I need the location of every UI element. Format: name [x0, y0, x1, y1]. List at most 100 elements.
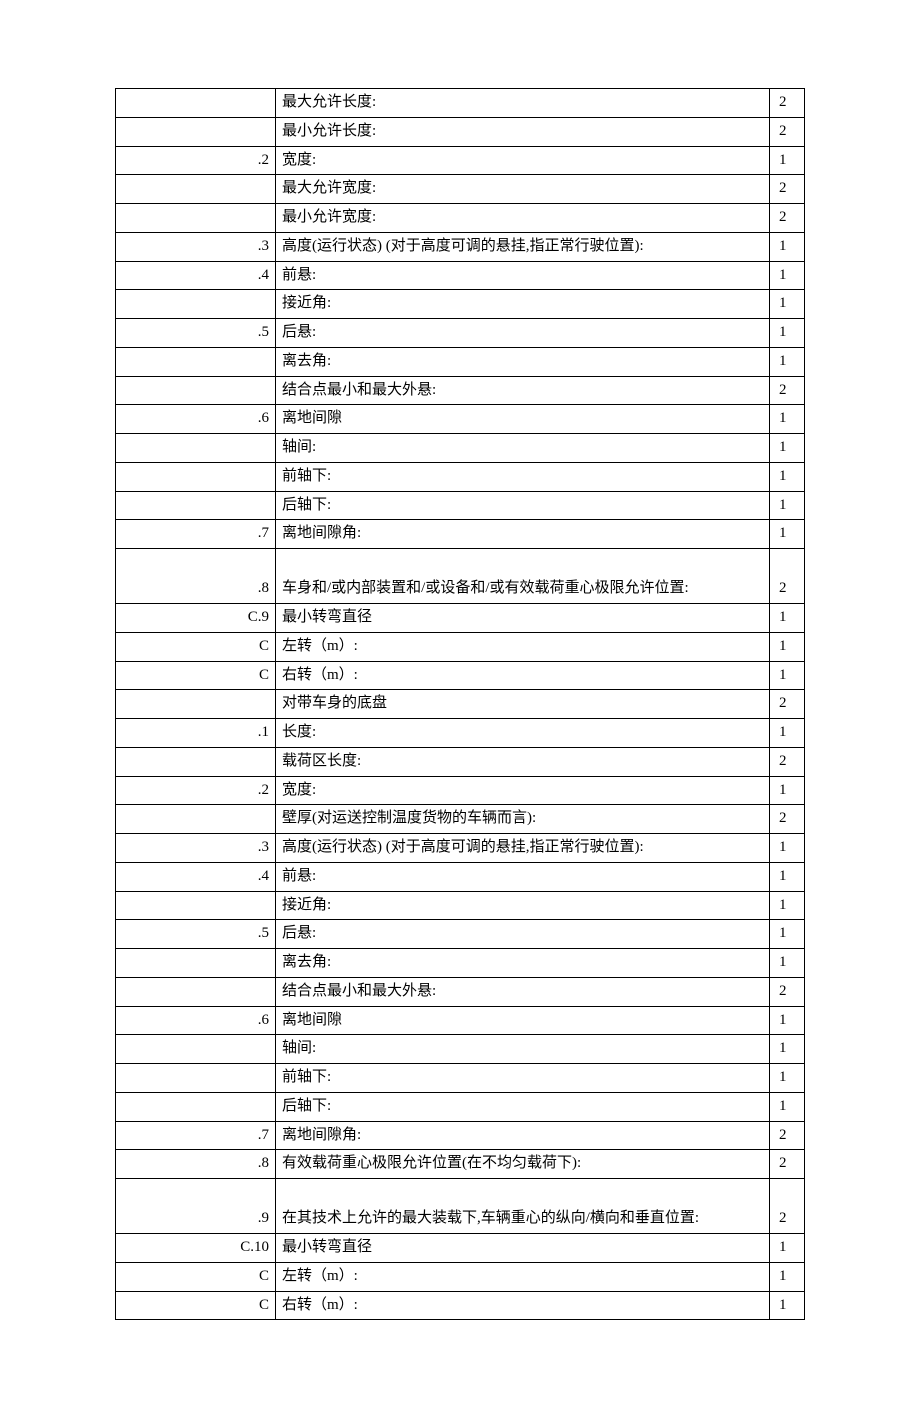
row-code [116, 117, 276, 146]
row-code [116, 1064, 276, 1093]
row-value: 1 [770, 462, 805, 491]
row-desc: 左转（m）: [276, 1262, 770, 1291]
row-value: 2 [770, 977, 805, 1006]
row-code: C [116, 632, 276, 661]
table-row: .7离地间隙角:2 [116, 1121, 805, 1150]
table-row: .8有效载荷重心极限允许位置(在不均匀载荷下):2 [116, 1150, 805, 1179]
row-code [116, 949, 276, 978]
row-value: 2 [770, 747, 805, 776]
row-desc: 离地间隙 [276, 1006, 770, 1035]
row-value: 2 [770, 690, 805, 719]
row-code [116, 175, 276, 204]
row-desc: 高度(运行状态) (对于高度可调的悬挂,指正常行驶位置): [276, 834, 770, 863]
row-desc: 有效载荷重心极限允许位置(在不均匀载荷下): [276, 1150, 770, 1179]
table-row: .4前悬:1 [116, 862, 805, 891]
row-desc: 离地间隙 [276, 405, 770, 434]
row-code [116, 89, 276, 118]
table-row: C.10最小转弯直径1 [116, 1234, 805, 1263]
row-code: .5 [116, 319, 276, 348]
row-desc: 宽度: [276, 776, 770, 805]
row-desc: 在其技术上允许的最大装载下,车辆重心的纵向/横向和垂直位置: [276, 1179, 770, 1234]
table-row: .5后悬:1 [116, 319, 805, 348]
row-value: 1 [770, 632, 805, 661]
row-value: 1 [770, 1262, 805, 1291]
row-value: 1 [770, 319, 805, 348]
row-desc: 对带车身的底盘 [276, 690, 770, 719]
table-row: C.9最小转弯直径1 [116, 604, 805, 633]
row-desc: 最小允许宽度: [276, 204, 770, 233]
row-desc: 前轴下: [276, 1064, 770, 1093]
table-row: .3高度(运行状态) (对于高度可调的悬挂,指正常行驶位置):1 [116, 834, 805, 863]
row-desc: 长度: [276, 719, 770, 748]
row-value: 1 [770, 1006, 805, 1035]
row-desc: 左转（m）: [276, 632, 770, 661]
row-desc: 接近角: [276, 290, 770, 319]
table-row: .9在其技术上允许的最大装载下,车辆重心的纵向/横向和垂直位置:2 [116, 1179, 805, 1234]
row-value: 2 [770, 89, 805, 118]
table-row: C左转（m）:1 [116, 1262, 805, 1291]
row-value: 1 [770, 891, 805, 920]
row-desc: 后悬: [276, 920, 770, 949]
row-desc: 轴间: [276, 434, 770, 463]
row-desc: 前轴下: [276, 462, 770, 491]
row-desc: 离地间隙角: [276, 1121, 770, 1150]
row-desc: 右转（m）: [276, 661, 770, 690]
row-code [116, 434, 276, 463]
row-value: 1 [770, 1291, 805, 1320]
table-row: 离去角:1 [116, 949, 805, 978]
row-value: 1 [770, 604, 805, 633]
row-value: 1 [770, 491, 805, 520]
row-code: C [116, 661, 276, 690]
row-desc: 离去角: [276, 347, 770, 376]
row-value: 1 [770, 405, 805, 434]
table-row: 壁厚(对运送控制温度货物的车辆而言):2 [116, 805, 805, 834]
row-value: 1 [770, 1064, 805, 1093]
row-desc: 接近角: [276, 891, 770, 920]
row-desc: 离去角: [276, 949, 770, 978]
row-code [116, 347, 276, 376]
row-desc: 高度(运行状态) (对于高度可调的悬挂,指正常行驶位置): [276, 232, 770, 261]
row-code [116, 1035, 276, 1064]
table-row: .6离地间隙1 [116, 1006, 805, 1035]
row-value: 1 [770, 719, 805, 748]
table-row: .1长度:1 [116, 719, 805, 748]
row-desc: 壁厚(对运送控制温度货物的车辆而言): [276, 805, 770, 834]
row-code: .5 [116, 920, 276, 949]
row-value: 2 [770, 117, 805, 146]
row-value: 1 [770, 834, 805, 863]
table-row: C右转（m）:1 [116, 661, 805, 690]
row-value: 1 [770, 261, 805, 290]
row-value: 2 [770, 549, 805, 604]
row-code: .7 [116, 520, 276, 549]
row-code: .3 [116, 834, 276, 863]
row-desc: 轴间: [276, 1035, 770, 1064]
table-row: .6离地间隙1 [116, 405, 805, 434]
row-desc: 后轴下: [276, 1092, 770, 1121]
row-desc: 结合点最小和最大外悬: [276, 977, 770, 1006]
row-desc: 最小转弯直径 [276, 604, 770, 633]
table-row: C右转（m）:1 [116, 1291, 805, 1320]
table-row: 接近角:1 [116, 891, 805, 920]
row-value: 2 [770, 204, 805, 233]
table-row: 对带车身的底盘2 [116, 690, 805, 719]
table-row: 最大允许长度:2 [116, 89, 805, 118]
table-row: 结合点最小和最大外悬:2 [116, 376, 805, 405]
table-row: .7离地间隙角:1 [116, 520, 805, 549]
table-row: C左转（m）:1 [116, 632, 805, 661]
row-value: 1 [770, 1092, 805, 1121]
row-desc: 载荷区长度: [276, 747, 770, 776]
row-value: 2 [770, 175, 805, 204]
row-value: 2 [770, 805, 805, 834]
table-row: .2宽度:1 [116, 146, 805, 175]
row-desc: 前悬: [276, 862, 770, 891]
row-value: 1 [770, 920, 805, 949]
table-row: .5后悬:1 [116, 920, 805, 949]
row-value: 1 [770, 520, 805, 549]
table-row: 后轴下:1 [116, 1092, 805, 1121]
row-desc: 前悬: [276, 261, 770, 290]
row-code: .8 [116, 1150, 276, 1179]
row-code [116, 290, 276, 319]
row-desc: 最小允许长度: [276, 117, 770, 146]
row-code: C.9 [116, 604, 276, 633]
row-code [116, 462, 276, 491]
